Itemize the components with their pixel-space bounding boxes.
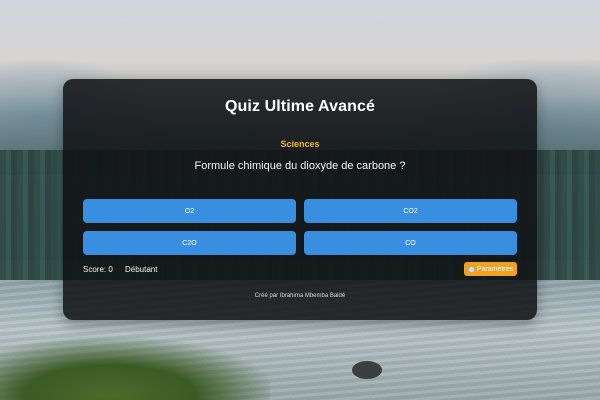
level-display: Débutant [125,265,158,274]
grass [0,325,270,400]
credit-text: Créé par Ibrahima Mbemba Baldé [254,293,346,299]
gear-icon [467,265,475,273]
answer-button-3[interactable]: C2O [83,231,296,255]
settings-button[interactable]: Paramètres [463,262,517,276]
settings-label: Paramètres [476,265,513,273]
question-category: Sciences [280,139,320,149]
answer-button-2[interactable]: CO2 [304,199,517,223]
question-text: Formule chimique du dioxyde de carbone ? [194,160,406,172]
answer-button-4[interactable]: CO [304,231,517,255]
answer-button-1[interactable]: O2 [83,199,296,223]
quiz-title: Quiz Ultime Avancé [225,98,375,115]
rock [352,361,382,379]
status-row: Score: 0 Débutant Paramètres [83,262,517,279]
answer-grid: O2 CO2 C2O CO [83,199,517,255]
score-display: Score: 0 [83,265,113,274]
quiz-card: Quiz Ultime Avancé Sciences Formule chim… [63,79,537,320]
